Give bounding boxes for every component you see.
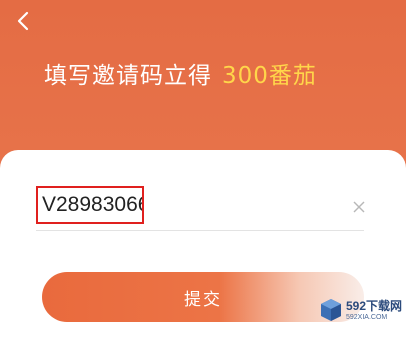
page-title: 填写邀请码立得 300番茄 bbox=[44, 56, 317, 90]
watermark-sub-text: 592XIA.COM bbox=[346, 313, 388, 321]
invite-code-field bbox=[36, 186, 366, 231]
watermark-logo-icon bbox=[321, 299, 341, 321]
reward-amount: 300番茄 bbox=[222, 63, 317, 89]
back-button[interactable] bbox=[10, 6, 36, 36]
submit-button[interactable]: 提交 bbox=[42, 272, 364, 322]
watermark-main-text: 592下载网 bbox=[346, 298, 403, 313]
chevron-left-icon bbox=[17, 11, 29, 31]
close-icon[interactable] bbox=[352, 200, 366, 214]
watermark: 592下载网 592XIA.COM bbox=[320, 290, 406, 330]
invite-code-input[interactable] bbox=[36, 186, 144, 224]
page-title-text: 填写邀请码立得 bbox=[44, 63, 212, 89]
